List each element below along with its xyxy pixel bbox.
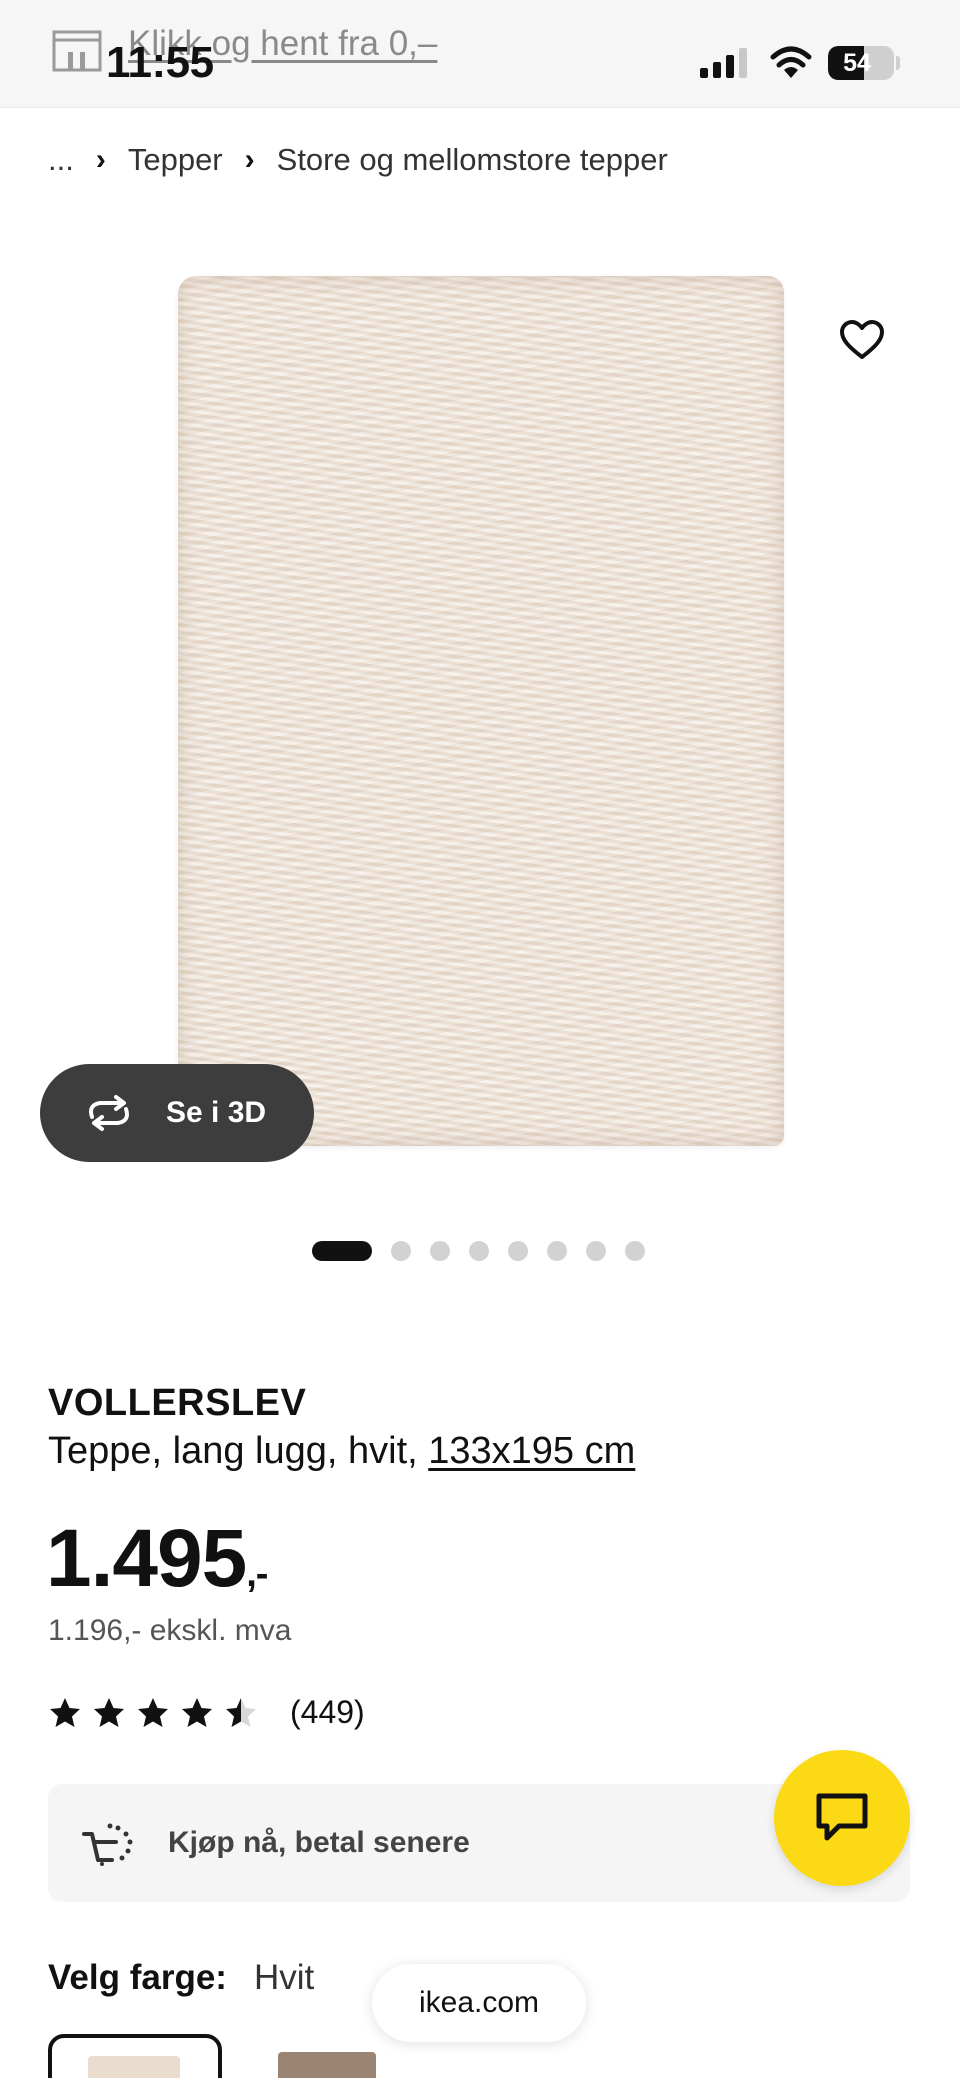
- gallery-dot[interactable]: [312, 1241, 372, 1261]
- rating-stars: [48, 1696, 268, 1730]
- battery-percent: 54: [843, 49, 871, 77]
- star-icon: [94, 1697, 124, 1727]
- breadcrumb: ... › Tepper › Store og mellomstore tepp…: [48, 138, 668, 182]
- gallery-dot[interactable]: [508, 1241, 528, 1261]
- star-icon: [226, 1697, 256, 1727]
- color-swatch-hvit[interactable]: [48, 2034, 222, 2078]
- gallery-dot[interactable]: [547, 1241, 567, 1261]
- breadcrumb-ellipsis[interactable]: ...: [48, 142, 74, 178]
- gallery-pagination[interactable]: [312, 1240, 664, 1262]
- gallery-dot[interactable]: [430, 1241, 450, 1261]
- status-time: 11:55: [106, 38, 214, 87]
- heart-icon: [840, 320, 884, 359]
- gallery-dot[interactable]: [469, 1241, 489, 1261]
- product-price: 1.495,-: [46, 1512, 268, 1606]
- cellular-signal-icon: [700, 48, 747, 78]
- breadcrumb-item-store-tepper[interactable]: Store og mellomstore tepper: [277, 142, 668, 178]
- battery-tip: [896, 56, 900, 70]
- breadcrumb-item-tepper[interactable]: Tepper: [128, 142, 223, 178]
- price-value: 1.495: [46, 1513, 247, 1604]
- price-excluding-vat: 1.196,- ekskl. mva: [48, 1614, 292, 1647]
- star-icon: [138, 1697, 168, 1727]
- selected-color: Hvit: [254, 1958, 315, 1997]
- star-icon: [182, 1697, 212, 1727]
- see-in-3d-label: Se i 3D: [166, 1096, 267, 1129]
- cart-payment-icon: [82, 1823, 133, 1866]
- swatch-thumbnail: [278, 2052, 376, 2078]
- product-description-text: Teppe, lang lugg, hvit,: [48, 1430, 418, 1472]
- store-icon: [52, 30, 102, 72]
- status-bar: Klikk og hent fra 0,– 11:55 54: [0, 0, 960, 108]
- buy-now-pay-later-label: Kjøp nå, betal senere: [168, 1826, 470, 1859]
- chevron-right-icon: ›: [244, 143, 255, 176]
- review-count: (449): [290, 1694, 365, 1730]
- gallery-dot[interactable]: [586, 1241, 606, 1261]
- favorite-button[interactable]: [834, 312, 890, 368]
- chat-bubble-icon: [816, 1793, 868, 1841]
- product-page: Klikk og hent fra 0,– 11:55 54 ... › Tep…: [0, 0, 960, 2078]
- chevron-right-icon: ›: [95, 143, 106, 176]
- rotate-3d-icon: [89, 1095, 129, 1131]
- swatch-thumbnail: [88, 2056, 180, 2078]
- gallery-dot[interactable]: [391, 1241, 411, 1261]
- browser-url-bar[interactable]: ikea.com: [372, 1964, 586, 2042]
- color-selector-label: Velg farge:: [48, 1958, 227, 1997]
- chat-button[interactable]: [774, 1750, 910, 1886]
- see-in-3d-button[interactable]: Se i 3D: [40, 1064, 314, 1162]
- product-image-gallery[interactable]: [0, 200, 960, 1200]
- battery-indicator: 54: [828, 46, 894, 80]
- product-name: VOLLERSLEV: [48, 1382, 307, 1424]
- product-image-rug: [178, 276, 784, 1146]
- gallery-dot[interactable]: [625, 1241, 645, 1261]
- product-description: Teppe, lang lugg, hvit, 133x195 cm: [48, 1430, 635, 1473]
- wifi-icon: [770, 46, 812, 78]
- product-rating[interactable]: (449): [48, 1694, 365, 1731]
- star-icon: [50, 1697, 80, 1727]
- price-suffix: ,-: [246, 1553, 268, 1595]
- product-size-link[interactable]: 133x195 cm: [428, 1430, 635, 1472]
